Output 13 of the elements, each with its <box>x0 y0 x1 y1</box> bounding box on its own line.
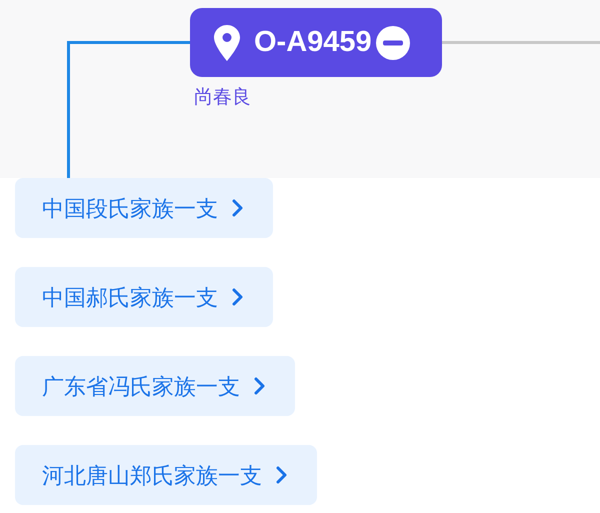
location-pin-icon <box>214 24 240 60</box>
branch-button[interactable]: 河北唐山郑氏家族一支 <box>15 445 317 505</box>
remove-icon[interactable] <box>376 26 410 60</box>
branch-button[interactable]: 中国郝氏家族一支 <box>15 267 273 327</box>
node-name: 尚春良 <box>194 86 251 110</box>
chevron-right-icon <box>276 466 287 484</box>
chevron-right-icon <box>254 377 265 395</box>
node-code: O-A9459 <box>254 28 372 57</box>
chevron-right-icon <box>232 288 243 306</box>
node-badge[interactable]: O-A9459 <box>190 8 442 77</box>
branch-button[interactable]: 广东省冯氏家族一支 <box>15 356 295 416</box>
branch-button[interactable]: 中国段氏家族一支 <box>15 178 273 238</box>
chevron-right-icon <box>232 199 243 217</box>
